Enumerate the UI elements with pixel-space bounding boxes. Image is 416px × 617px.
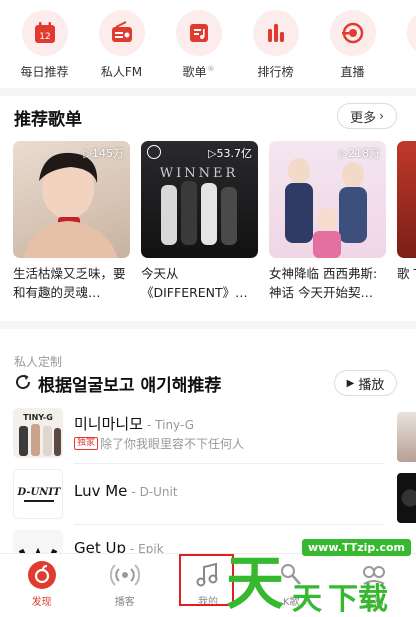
refresh-icon[interactable]	[14, 373, 32, 395]
cover-text: TINY-G	[23, 413, 53, 422]
playlist-cover: ▷145万	[13, 141, 130, 258]
cover-art	[18, 547, 58, 553]
tab-karaoke[interactable]: K歌	[250, 554, 333, 617]
song-artist: - Tiny-G	[147, 418, 195, 432]
next-page-cover[interactable]	[397, 473, 416, 523]
cover-art: TINY-G	[19, 413, 61, 456]
play-button-label: 播放	[358, 377, 385, 393]
section-divider	[0, 88, 416, 96]
personal-title: 根据얼굴보고 얘기해推荐	[38, 376, 222, 396]
quick-nav-label: 排行榜	[257, 65, 294, 79]
quick-nav-digital[interactable]: 数字	[391, 0, 416, 90]
play-count: ▷145万	[83, 147, 124, 160]
quick-nav-label: 歌单	[182, 65, 207, 79]
playlist-cover	[397, 141, 416, 258]
song-description: 除了你我眼里容不下任何人	[100, 437, 245, 451]
tab-podcast[interactable]: 播客	[83, 554, 166, 617]
play-triangle-icon: ▶	[346, 377, 355, 389]
discover-icon	[27, 560, 57, 590]
playlist-card[interactable]: ▷145万 生活枯燥又乏味，要和有趣的灵魂…	[13, 141, 130, 311]
cloud-village-icon	[359, 560, 389, 590]
tab-highlight-box	[179, 554, 234, 606]
live-icon	[329, 10, 376, 56]
more-button-label: 更多	[350, 110, 377, 126]
podcast-icon	[109, 560, 140, 590]
cover-text: WINNER	[160, 166, 239, 181]
tab-cloud-village[interactable]: 云村	[333, 554, 416, 617]
tab-label: K歌	[282, 597, 300, 608]
chart-bars-icon	[252, 10, 299, 56]
mic-icon	[276, 560, 306, 590]
song-cover	[13, 530, 63, 553]
song-list: TINY-G 미니마니모 - Tiny-G 独家 除了你我眼里容不下任何人 D-U…	[0, 403, 416, 553]
playlist-cover: WINNER ▷53.7亿	[141, 141, 258, 258]
section-title-recommended: 推荐歌单	[14, 110, 82, 130]
tab-discover[interactable]: 发现	[0, 554, 83, 617]
song-cover: TINY-G	[13, 408, 63, 458]
playlist-title: 女神降临 西西弗斯: 神话 今天开始契…	[269, 266, 378, 300]
quick-nav-live[interactable]: 直播	[314, 0, 391, 90]
playlist-carousel[interactable]: ▷145万 生活枯燥又乏味，要和有趣的灵魂… WINNER ▷53.7亿 今天从…	[13, 141, 416, 311]
playlist-card[interactable]: 歌 Tar	[397, 141, 416, 311]
tab-label: 播客	[114, 597, 135, 608]
song-artist: - Epik	[130, 542, 164, 553]
quick-nav-fm[interactable]: 私人FM	[83, 0, 160, 90]
quick-nav-label: 每日推荐	[20, 65, 69, 79]
playlist-icon	[175, 10, 222, 56]
list-item[interactable]: D-UNIT Luv Me - D-Unit	[0, 464, 416, 525]
next-page-cover[interactable]	[397, 412, 416, 462]
cover-text: D-UNIT	[17, 487, 63, 498]
section-divider	[0, 321, 416, 329]
chevron-right-icon: ›	[379, 109, 384, 123]
quick-nav-charts[interactable]: 排行榜	[237, 0, 314, 90]
song-cover: D-UNIT	[13, 469, 63, 519]
tab-label: 云村	[364, 597, 385, 608]
play-all-button[interactable]: ▶ 播放	[334, 370, 397, 396]
cover-art: D-UNIT	[17, 487, 63, 502]
song-title: Luv Me	[74, 482, 128, 500]
quick-nav-label: 直播	[340, 65, 365, 79]
more-button[interactable]: 更多 ›	[337, 103, 397, 129]
song-title: Get Up	[74, 539, 127, 553]
song-artist: - D-Unit	[131, 485, 178, 499]
list-item[interactable]: Get Up - Epik	[0, 525, 416, 553]
tab-label: 发现	[31, 597, 52, 608]
personal-title-row: 根据얼굴보고 얘기해推荐	[14, 371, 221, 396]
radio-icon	[98, 10, 145, 56]
digital-icon	[406, 10, 416, 56]
section-sub-label: 私人定制	[14, 355, 63, 369]
playlist-cover: ▷218万	[269, 141, 386, 258]
playlist-title: 生活枯燥又乏味，要和有趣的灵魂…	[13, 266, 126, 300]
netease-badge-icon	[147, 145, 161, 159]
calendar-icon: 12	[21, 10, 68, 56]
play-count: ▷53.7亿	[208, 147, 252, 160]
song-title: 미니마니모	[74, 415, 144, 433]
quick-nav-bar: 12 每日推荐 私人FM 歌单® 排行榜 直播 数字	[0, 0, 416, 90]
quick-nav-daily[interactable]: 12 每日推荐	[6, 0, 83, 90]
playlist-title: 歌 Tar	[397, 266, 416, 281]
playlist-title: 今天从《DIFFERENT》…	[141, 266, 248, 300]
playlist-card[interactable]: ▷218万 女神降临 西西弗斯: 神话 今天开始契…	[269, 141, 386, 311]
playlist-card[interactable]: WINNER ▷53.7亿 今天从《DIFFERENT》…	[141, 141, 258, 311]
quick-nav-label: 私人FM	[100, 65, 143, 79]
play-count: ▷218万	[339, 147, 380, 160]
calendar-day: 12	[39, 32, 50, 42]
exclusive-badge: 独家	[74, 437, 99, 450]
registered-mark: ®	[207, 65, 215, 73]
quick-nav-playlist[interactable]: 歌单®	[160, 0, 237, 90]
list-item[interactable]: TINY-G 미니마니모 - Tiny-G 独家 除了你我眼里容不下任何人	[0, 403, 416, 464]
